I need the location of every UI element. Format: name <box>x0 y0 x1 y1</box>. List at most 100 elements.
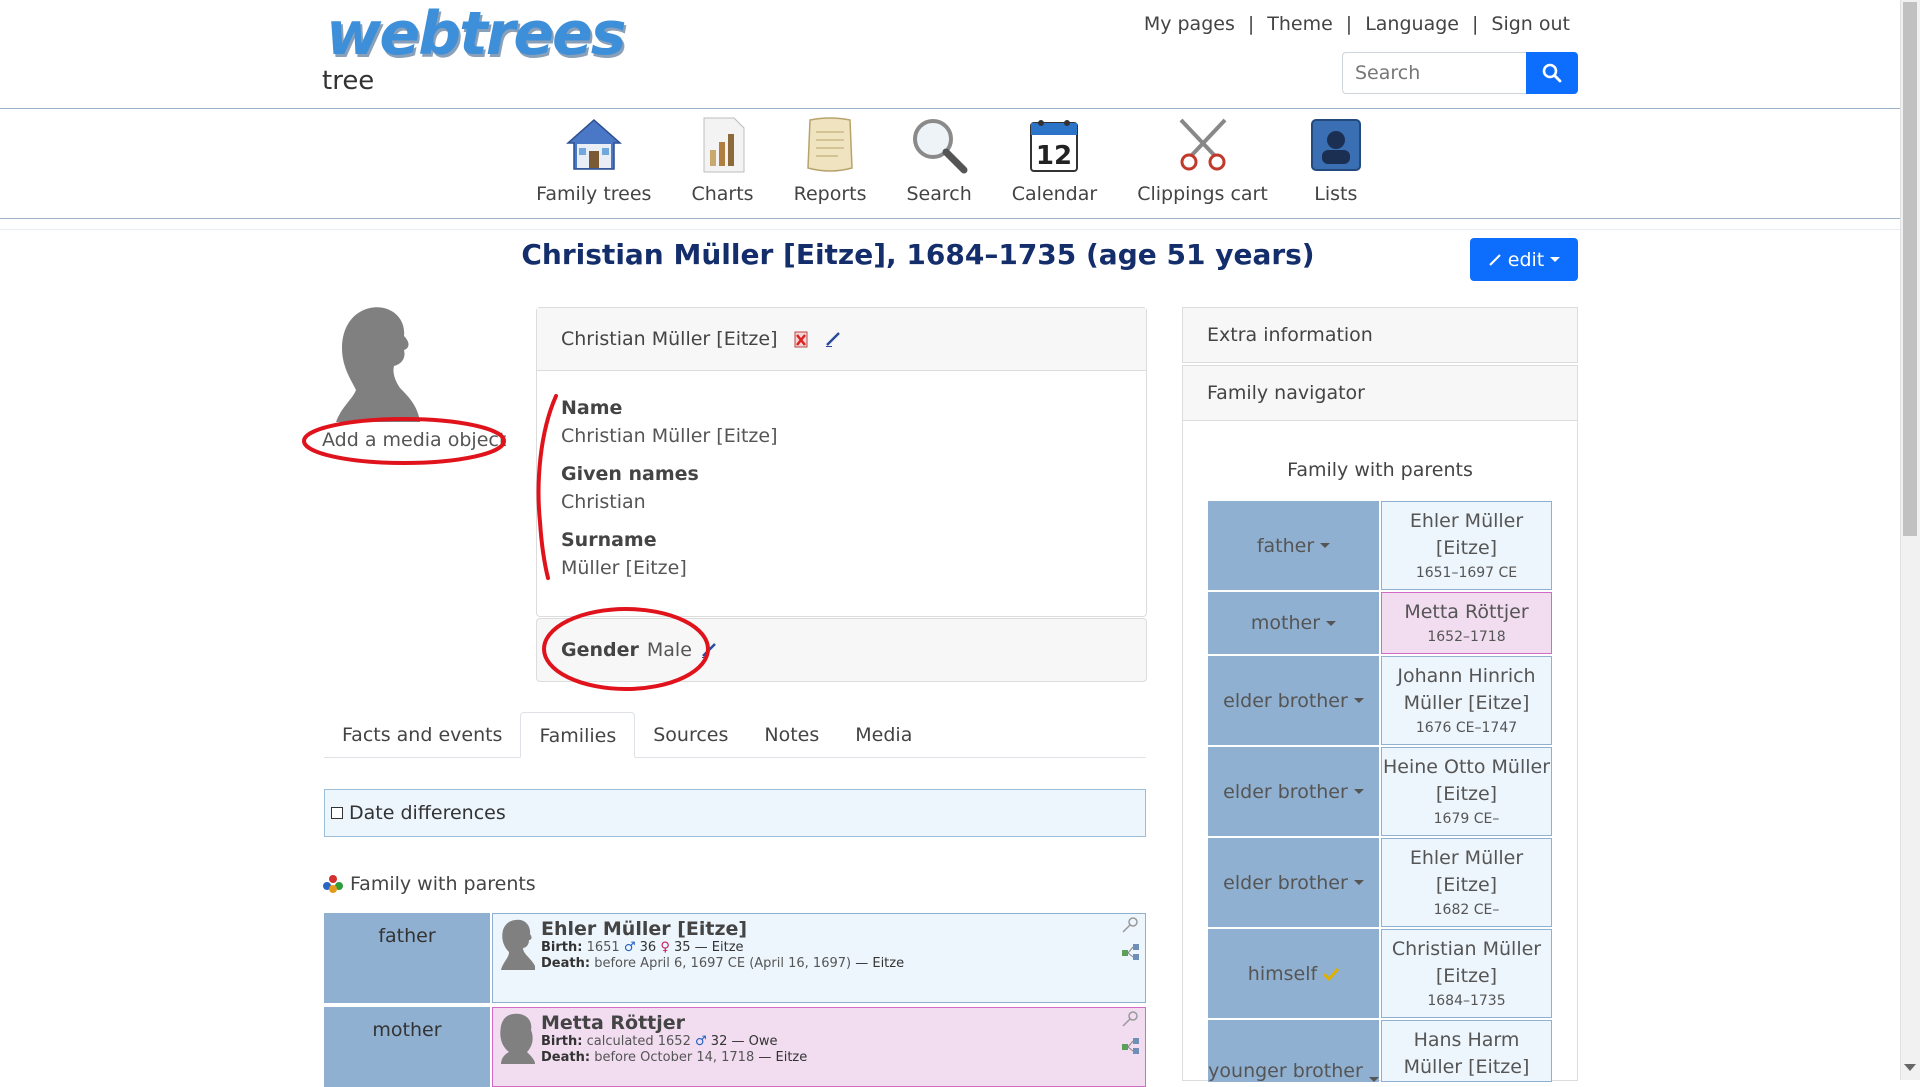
male-symbol-icon: ♂ <box>623 940 636 955</box>
scissors-icon <box>1175 113 1231 177</box>
date-differences-toggle[interactable]: Date differences <box>324 789 1146 837</box>
death-date: before October 14, 1718 <box>594 1050 755 1065</box>
nav-role-dropdown[interactable]: elder brother <box>1208 838 1379 927</box>
nav-person-name: Johann Hinrich Müller [Eitze] <box>1397 665 1536 714</box>
menu-family-trees[interactable]: Family trees <box>516 113 671 205</box>
birth-label: Birth: <box>541 1034 583 1049</box>
nav-person[interactable]: Metta Röttjer 1652–1718 <box>1381 592 1552 654</box>
checkmark-icon <box>1323 967 1340 981</box>
nav-role-dropdown[interactable]: mother <box>1208 592 1379 654</box>
nav-person[interactable]: Heine Otto Müller [Eitze] 1679 CE– <box>1381 747 1552 836</box>
nav-person[interactable]: Ehler Müller [Eitze] 1682 CE– <box>1381 838 1552 927</box>
person-name[interactable]: Ehler Müller [Eitze] <box>541 918 904 940</box>
zoom-icon[interactable] <box>1121 1010 1139 1028</box>
menu-clippings-cart-label: Clippings cart <box>1137 183 1268 205</box>
nav-person-dates: 1679 CE– <box>1433 811 1500 827</box>
chart-icon <box>700 113 746 177</box>
menu-clippings-cart[interactable]: Clippings cart <box>1117 113 1288 205</box>
nav-person[interactable]: Christian Müller [Eitze] 1684–1735 <box>1381 929 1552 1018</box>
search-button[interactable] <box>1526 52 1578 94</box>
svg-text:12: 12 <box>1036 141 1072 171</box>
menu-search[interactable]: Search <box>886 113 991 205</box>
female-symbol-icon: ♀ <box>660 940 670 955</box>
chevron-down-icon <box>1353 880 1364 885</box>
nav-role-label: elder brother <box>1223 689 1348 712</box>
name-card-body: Name Christian Müller [Eitze] Given name… <box>537 371 1146 579</box>
nav-person-name: Ehler Müller [Eitze] <box>1409 847 1524 896</box>
name-card-header[interactable]: Christian Müller [Eitze] <box>537 308 1146 371</box>
family-role: father <box>324 913 490 1003</box>
nav-person[interactable]: Hans Harm Müller [Eitze] <box>1381 1020 1552 1082</box>
sign-out-link[interactable]: Sign out <box>1491 13 1570 35</box>
birth-place: — Owe <box>731 1034 778 1049</box>
date-differences-label: Date differences <box>349 802 506 824</box>
scroll-icon <box>802 113 858 177</box>
family-row-mother: mother Metta Röttjer Birth: calculated 1… <box>324 1007 1146 1087</box>
theme-link[interactable]: Theme <box>1267 13 1333 35</box>
delete-icon[interactable] <box>792 330 810 348</box>
menu-charts-label: Charts <box>691 183 754 205</box>
family-navigator-accordion[interactable]: Family navigator <box>1182 365 1578 421</box>
nav-row-self: himself Christian Müller [Eitze] 1684–17… <box>1208 929 1552 1018</box>
death-place: — Eitze <box>855 956 905 971</box>
family-person-card[interactable]: Ehler Müller [Eitze] Birth: 1651 ♂ 36 ♀ … <box>492 913 1146 1003</box>
death-place: — Eitze <box>758 1050 808 1065</box>
menu-charts[interactable]: Charts <box>671 113 773 205</box>
family-heading: Family with parents <box>322 873 536 895</box>
menu-calendar[interactable]: 12 Calendar <box>992 113 1117 205</box>
death-label: Death: <box>541 956 591 971</box>
tab-notes[interactable]: Notes <box>746 712 837 758</box>
tab-facts-and-events[interactable]: Facts and events <box>324 712 520 758</box>
chevron-down-icon <box>1353 789 1364 794</box>
father-age: 36 <box>639 940 657 955</box>
zoom-icon[interactable] <box>1121 916 1139 934</box>
family-person-card[interactable]: Metta Röttjer Birth: calculated 1652 ♂ 3… <box>492 1007 1146 1087</box>
gender-card[interactable]: Gender Male <box>536 618 1147 682</box>
language-link[interactable]: Language <box>1365 13 1459 35</box>
nav-role-dropdown[interactable]: elder brother <box>1208 656 1379 745</box>
menu-lists-label: Lists <box>1314 183 1358 205</box>
primary-menu: Family trees Charts Reports Search 12 Ca… <box>0 113 1900 216</box>
my-pages-link[interactable]: My pages <box>1144 13 1235 35</box>
nav-person-dates: 1652–1718 <box>1427 629 1506 645</box>
gender-label: Gender <box>561 639 639 661</box>
edit-name-icon[interactable] <box>824 330 842 348</box>
edit-button[interactable]: edit <box>1470 238 1578 281</box>
edit-gender-icon[interactable] <box>700 641 718 659</box>
date-differences-checkbox[interactable] <box>331 807 343 819</box>
tab-sources[interactable]: Sources <box>635 712 746 758</box>
nav-person-dates: 1684–1735 <box>1427 993 1506 1009</box>
nav-role-label: elder brother <box>1223 780 1348 803</box>
tab-families[interactable]: Families <box>520 712 636 758</box>
nav-person[interactable]: Johann Hinrich Müller [Eitze] 1676 CE–17… <box>1381 656 1552 745</box>
tree-chart-icon[interactable] <box>1121 1036 1141 1056</box>
lists-icon <box>1308 113 1364 177</box>
add-media-link[interactable]: Add a media object <box>322 429 506 451</box>
nav-row-sibling: elder brother Ehler Müller [Eitze] 1682 … <box>1208 838 1552 927</box>
nav-role-dropdown[interactable]: elder brother <box>1208 747 1379 836</box>
surname-value: Müller [Eitze] <box>561 557 687 579</box>
name-card-title: Christian Müller [Eitze] <box>561 328 778 350</box>
search-input[interactable] <box>1342 52 1526 94</box>
menu-lists[interactable]: Lists <box>1288 113 1384 205</box>
birth-date: calculated 1652 <box>586 1034 691 1049</box>
male-symbol-icon: ♂ <box>695 1034 707 1049</box>
tree-title[interactable]: tree <box>322 66 374 96</box>
father-age: 32 <box>710 1034 728 1049</box>
webtrees-logo[interactable]: webtrees <box>326 4 626 64</box>
nav-person[interactable]: Ehler Müller [Eitze] 1651–1697 CE <box>1381 501 1552 590</box>
extra-information-accordion[interactable]: Extra information <box>1182 307 1578 363</box>
menu-reports[interactable]: Reports <box>774 113 887 205</box>
tree-chart-icon[interactable] <box>1121 942 1141 962</box>
given-names-label: Given names <box>561 463 699 485</box>
tab-media[interactable]: Media <box>837 712 930 758</box>
scroll-down-arrow-icon[interactable] <box>1904 1064 1916 1071</box>
nav-role-self: himself <box>1208 929 1379 1018</box>
person-name[interactable]: Metta Röttjer <box>541 1012 807 1034</box>
nav-role-dropdown[interactable]: younger brother <box>1208 1020 1379 1082</box>
family-person-info: Metta Röttjer Birth: calculated 1652 ♂ 3… <box>541 1012 807 1086</box>
nav-role-dropdown[interactable]: father <box>1208 501 1379 590</box>
scrollbar-thumb[interactable] <box>1903 2 1917 536</box>
nav-person-dates: 1651–1697 CE <box>1415 565 1518 581</box>
header-divider <box>0 108 1900 109</box>
